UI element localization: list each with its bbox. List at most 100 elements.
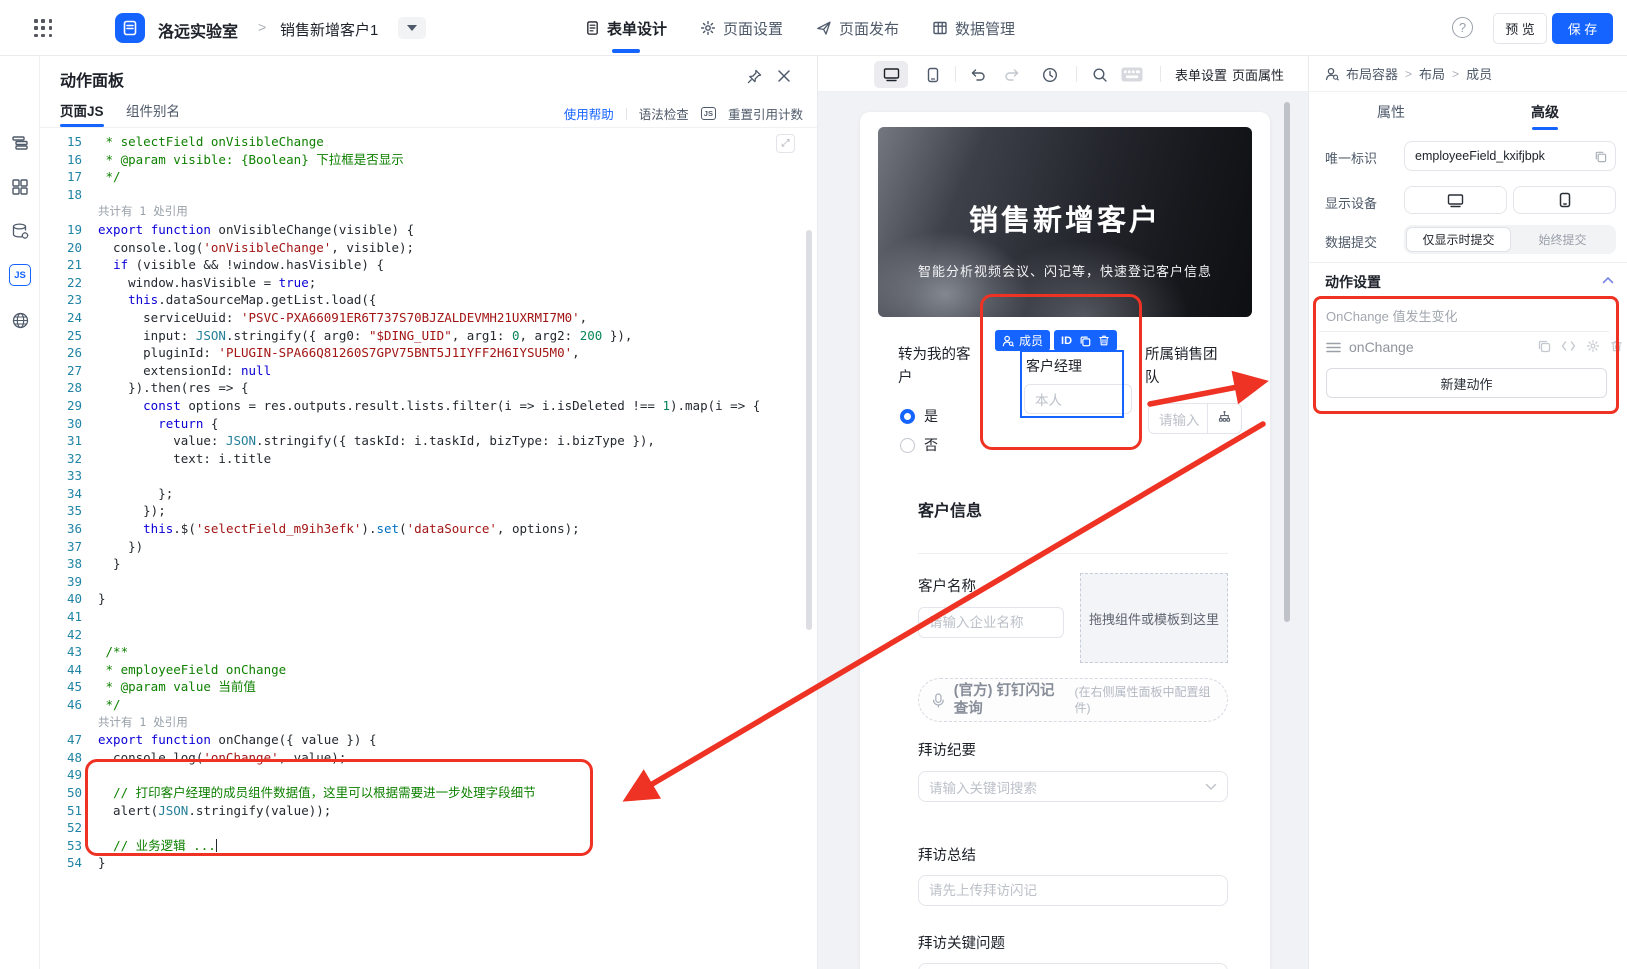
outline-tree-icon[interactable] (9, 132, 31, 154)
code-line[interactable]: 40} (40, 590, 817, 608)
code-line[interactable]: 31 value: JSON.stringify({ taskId: i.tas… (40, 432, 817, 450)
canvas-scrollbar[interactable] (1284, 102, 1290, 622)
code-line[interactable]: 20 console.log('onVisibleChange', visibl… (40, 239, 817, 257)
device-mobile-button[interactable] (1513, 186, 1616, 214)
manager-field-input[interactable]: 本人 (1024, 384, 1132, 414)
code-line[interactable]: 18 (40, 186, 817, 204)
customer-name-input[interactable] (918, 607, 1064, 638)
code-line[interactable]: 32 text: i.title (40, 450, 817, 468)
code-line[interactable]: 54} (40, 854, 817, 872)
data-source-icon[interactable] (9, 220, 31, 242)
flash-note-plugin-button[interactable]: (官方) 钉钉闪记查询 (在右侧属性面板中配置组件) (918, 678, 1228, 722)
code-line[interactable]: 37 }) (40, 538, 817, 556)
visit-note-select[interactable]: 请输入关键词搜索 (918, 771, 1228, 802)
code-line[interactable]: 28 }).then(res => { (40, 379, 817, 397)
component-id-button[interactable]: ID (1061, 335, 1072, 347)
code-line[interactable]: 24 serviceUuid: 'PSVC-PXA66091ER6T737S70… (40, 309, 817, 327)
code-line[interactable]: 53 // 业务逻辑 ... (40, 837, 817, 855)
code-line[interactable]: 49 (40, 766, 817, 784)
code-line[interactable]: 30 return { (40, 415, 817, 433)
mobile-view-button[interactable] (918, 61, 948, 88)
org-picker-button[interactable] (1208, 403, 1242, 434)
code-line[interactable]: 45 * @param value 当前值 (40, 678, 817, 696)
desktop-view-button[interactable] (874, 61, 908, 88)
tab-page-settings[interactable]: 页面设置 (700, 0, 783, 56)
submit-always-option[interactable]: 始终提交 (1511, 227, 1614, 252)
team-field-input[interactable]: 请输入 (1148, 403, 1208, 434)
code-line[interactable]: 19 export function onVisibleChange(visibl… (40, 221, 817, 239)
workspace-logo[interactable] (115, 13, 145, 43)
unique-id-input[interactable] (1404, 141, 1616, 171)
code-line[interactable]: 25 input: JSON.stringify({ arg0: "$DING_… (40, 327, 817, 345)
save-button[interactable]: 保 存 (1552, 13, 1613, 44)
reset-ref-count-link[interactable]: 重置引用计数 (728, 104, 803, 123)
code-line[interactable]: 26 pluginId: 'PLUGIN-SPA66Q81260S7GPV75B… (40, 344, 817, 362)
code-line[interactable]: 39 (40, 573, 817, 591)
code-line[interactable]: 44 * employeeField onChange (40, 661, 817, 679)
tab-page-js[interactable]: 页面JS (60, 100, 104, 127)
tab-properties[interactable]: 属性 (1377, 102, 1405, 122)
gear-icon[interactable] (1586, 339, 1600, 353)
new-action-button[interactable]: 新建动作 (1326, 368, 1607, 398)
component-dropzone[interactable]: 拖拽组件或模板到这里 (1080, 573, 1228, 663)
help-link[interactable]: 使用帮助 (564, 104, 614, 123)
tab-page-publish[interactable]: 页面发布 (816, 0, 899, 56)
search-button[interactable] (1086, 61, 1114, 88)
member-component-tag[interactable]: 成员 (995, 330, 1051, 351)
code-line[interactable]: 50 // 打印客户经理的成员组件数据值，这里可以根据需要进一步处理字段细节 (40, 784, 817, 802)
history-button[interactable] (1036, 61, 1064, 88)
code-lens-row[interactable]: 共计有 1 处引用 (40, 203, 817, 221)
code-line[interactable]: 41 (40, 608, 817, 626)
chevron-up-icon[interactable] (1602, 276, 1614, 284)
code-line[interactable]: 35 }); (40, 502, 817, 520)
visit-summary-input[interactable] (918, 875, 1228, 906)
trash-icon[interactable] (1610, 339, 1623, 353)
radio-no[interactable]: 否 (900, 435, 938, 455)
trash-icon[interactable] (1098, 334, 1110, 347)
copy-icon[interactable] (1594, 150, 1607, 163)
unique-id-field[interactable] (1415, 149, 1594, 163)
code-line[interactable]: 46 */ (40, 696, 817, 714)
preview-button[interactable]: 预 览 (1493, 13, 1547, 44)
code-line[interactable]: 42 (40, 626, 817, 644)
code-line[interactable]: 51 alert(JSON.stringify(value)); (40, 802, 817, 820)
code-line[interactable]: 22 window.hasVisible = true; (40, 274, 817, 292)
visit-questions-input[interactable] (918, 963, 1228, 969)
code-line[interactable]: 33 (40, 467, 817, 485)
page-title[interactable]: 销售新增客户1 (280, 19, 378, 40)
tab-data-manage[interactable]: 数据管理 (932, 0, 1015, 56)
code-line[interactable]: 52 (40, 819, 817, 837)
copy-icon[interactable] (1079, 335, 1091, 347)
code-line[interactable]: 17 */ (40, 168, 817, 186)
tab-form-design[interactable]: 表单设计 (585, 0, 667, 56)
breadcrumb-item[interactable]: 布局 (1419, 64, 1445, 83)
syntax-check-link[interactable]: 语法检查 (639, 104, 689, 123)
code-line[interactable]: 16 * @param visible: {Boolean} 下拉框是否显示 (40, 151, 817, 169)
code-line[interactable]: 48 console.log('onChange', value); (40, 749, 817, 767)
pin-icon[interactable] (747, 69, 762, 84)
editor-expand-icon[interactable]: ⤢ (776, 134, 795, 153)
code-line[interactable]: 23 this.dataSourceMap.getList.load({ (40, 291, 817, 309)
code-line[interactable]: 29 const options = res.outputs.result.li… (40, 397, 817, 415)
code-lens-row[interactable]: 共计有 1 处引用 (40, 714, 817, 732)
close-icon[interactable] (777, 69, 791, 84)
form-header-image[interactable]: 销售新增客户 智能分析视频会议、闪记等，快速登记客户信息 (878, 127, 1252, 317)
workspace-name[interactable]: 洛远实验室 (158, 18, 238, 42)
tab-advanced[interactable]: 高级 (1531, 102, 1559, 122)
page-props-link[interactable]: 页面属性 (1232, 65, 1284, 84)
page-js-icon[interactable]: JS (9, 264, 31, 286)
tab-component-alias[interactable]: 组件别名 (126, 100, 180, 120)
code-line[interactable]: 43 /** (40, 643, 817, 661)
code-line[interactable]: 21 if (visible && !window.hasVisible) { (40, 256, 817, 274)
copy-icon[interactable] (1537, 339, 1551, 353)
components-icon[interactable] (9, 176, 31, 198)
code-line[interactable]: 15 * selectField onVisibleChange (40, 133, 817, 151)
help-icon[interactable]: ? (1452, 17, 1473, 38)
editor-scrollbar[interactable] (806, 230, 812, 630)
submit-only-visible-option[interactable]: 仅显示时提交 (1406, 227, 1511, 252)
drag-handle-icon[interactable] (1326, 342, 1341, 353)
shortcuts-button[interactable] (1116, 61, 1148, 88)
code-line[interactable]: 38 } (40, 555, 817, 573)
code-line[interactable]: 34 }; (40, 485, 817, 503)
app-launcher-icon[interactable] (34, 19, 53, 38)
